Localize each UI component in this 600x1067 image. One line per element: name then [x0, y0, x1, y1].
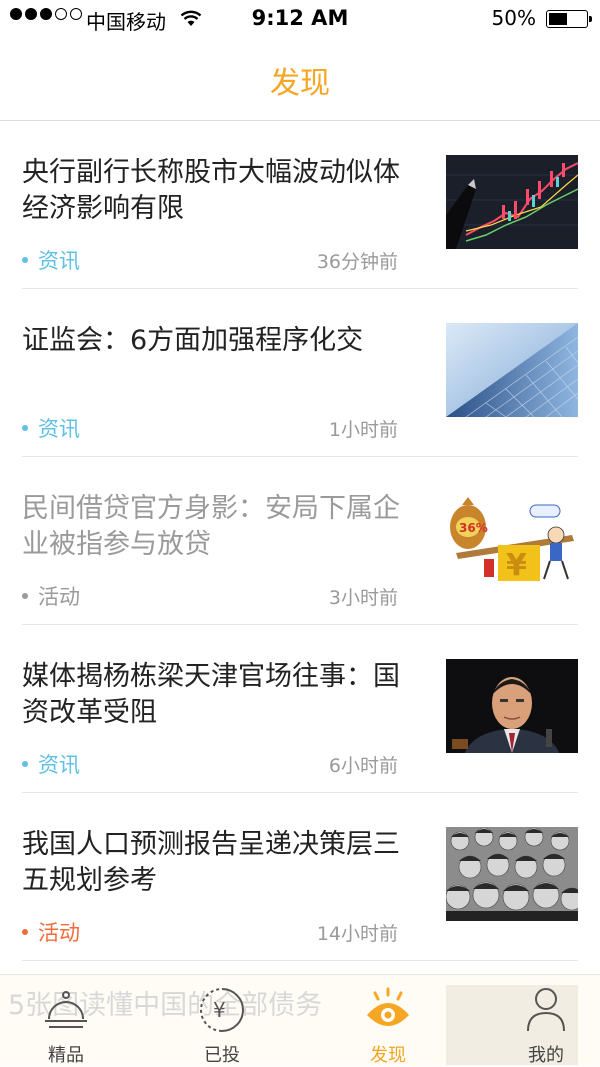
eye-icon: [338, 985, 438, 1035]
tab-label: 我的: [528, 1045, 564, 1066]
svg-text:¥: ¥: [213, 998, 226, 1022]
news-time: 6小时前: [328, 755, 398, 777]
news-tag-label: 资讯: [38, 249, 80, 273]
news-tag-label: 资讯: [38, 753, 80, 777]
news-tag-label: 活动: [38, 921, 80, 945]
news-item[interactable]: 民间借贷官方身影：安局下属企业被指参与放贷 活动 3小时前 36% ¥: [0, 457, 600, 625]
yen-coin-icon: ¥: [172, 985, 272, 1035]
tab-discover[interactable]: 发现: [338, 983, 438, 1066]
tab-label: 发现: [370, 1045, 406, 1066]
news-headline: 民间借贷官方身影：安局下属企业被指参与放贷: [22, 493, 400, 560]
news-time: 3小时前: [328, 587, 398, 609]
news-headline: 央行副行长称股市大幅波动似体经济影响有限: [22, 157, 400, 224]
crowd-image: [446, 827, 578, 921]
news-time: 14小时前: [316, 923, 398, 945]
person-icon: [496, 985, 596, 1035]
tab-mine[interactable]: 我的: [496, 983, 596, 1066]
status-bar: 中国移动 9:12 AM 50%: [0, 0, 600, 40]
news-tag: 资讯: [22, 749, 80, 779]
divider: [22, 960, 578, 961]
portrait-image: [446, 659, 578, 753]
bell-tray-icon: [16, 985, 116, 1035]
news-time: 1小时前: [328, 419, 398, 441]
page-title: 发现: [270, 66, 330, 101]
news-headline: 证监会：6方面加强程序化交: [22, 325, 364, 356]
news-tag: 活动: [22, 917, 80, 947]
news-time: 36分钟前: [316, 251, 398, 273]
navigation-bar: 发现: [0, 40, 600, 121]
news-headline: 媒体揭杨栋梁天津官场往事：国资改革受阻: [22, 661, 400, 728]
tab-label: 已投: [204, 1045, 240, 1066]
news-tag-label: 活动: [38, 585, 80, 609]
news-item[interactable]: 媒体揭杨栋梁天津官场往事：国资改革受阻 资讯 6小时前: [0, 625, 600, 793]
tab-label: 精品: [48, 1045, 84, 1066]
battery-icon: [546, 10, 592, 28]
news-item[interactable]: 证监会：6方面加强程序化交 资讯 1小时前: [0, 289, 600, 457]
news-item[interactable]: 我国人口预测报告呈递决策层三五规划参考 活动 14小时前: [0, 793, 600, 961]
tab-bar: 5张图读懂中国的全部债务 精品 ¥ 已投 发现 我的: [0, 974, 600, 1066]
news-headline: 我国人口预测报告呈递决策层三五规划参考: [22, 829, 400, 896]
news-tag: 资讯: [22, 413, 80, 443]
news-tag: 资讯: [22, 245, 80, 275]
news-item[interactable]: 央行副行长称股市大幅波动似体经济影响有限 资讯 36分钟前: [0, 121, 600, 289]
news-tag: 活动: [22, 581, 80, 611]
tab-invested[interactable]: ¥ 已投: [172, 983, 272, 1066]
news-feed[interactable]: 央行副行长称股市大幅波动似体经济影响有限 资讯 36分钟前 证监会：6方面加强程…: [0, 121, 600, 961]
stock-chart-image: [446, 155, 578, 249]
loan-cartoon-image: 36% ¥: [446, 491, 578, 585]
news-tag-label: 资讯: [38, 417, 80, 441]
svg-text:36%: 36%: [459, 521, 488, 535]
tab-featured[interactable]: 精品: [16, 983, 116, 1066]
skyscraper-image: [446, 323, 578, 417]
battery-percentage: 50%: [491, 6, 536, 30]
svg-text:¥: ¥: [506, 548, 527, 583]
